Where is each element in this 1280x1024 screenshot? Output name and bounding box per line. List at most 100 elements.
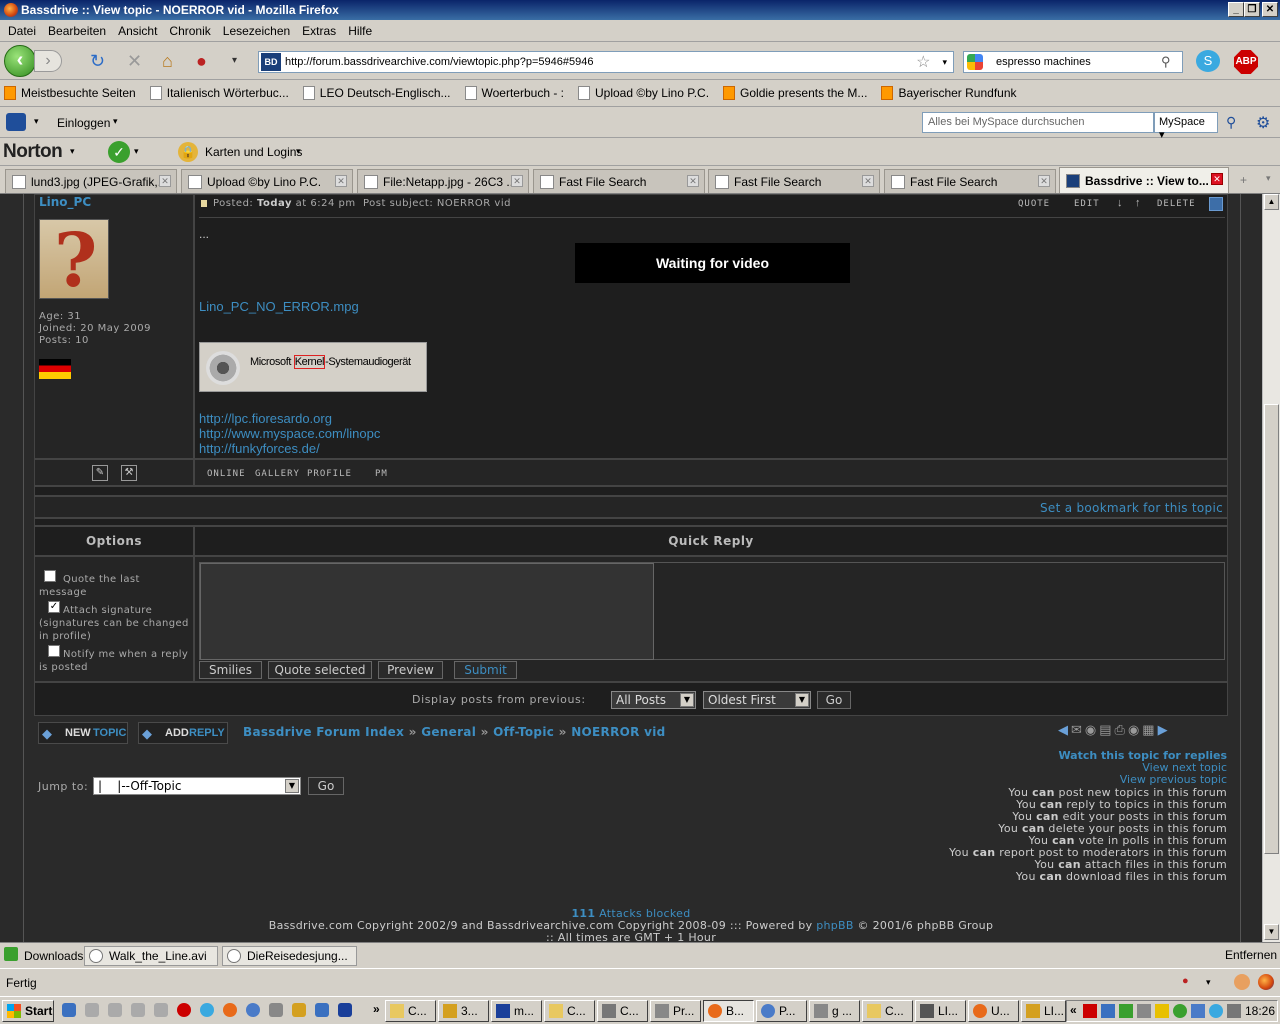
- set-bookmark-link[interactable]: Set a bookmark for this topic: [1040, 501, 1223, 515]
- tab-fast-file-search-2[interactable]: Fast File Search ✕: [708, 169, 880, 193]
- email-icon[interactable]: ✉: [1071, 722, 1085, 737]
- pm-link[interactable]: PM: [375, 469, 388, 479]
- vertical-scrollbar[interactable]: ▲ ▼: [1262, 194, 1280, 942]
- avatar[interactable]: ?: [39, 218, 109, 304]
- status-icon[interactable]: [1234, 974, 1250, 990]
- quicklaunch-app-icon[interactable]: [338, 1003, 352, 1017]
- search-input[interactable]: [996, 56, 1161, 68]
- tab-close-icon[interactable]: ✕: [1211, 173, 1223, 185]
- quicklaunch-opera-icon[interactable]: [177, 1003, 191, 1017]
- tab-close-icon[interactable]: ✕: [862, 175, 874, 187]
- minimize-button[interactable]: _: [1228, 2, 1244, 17]
- skype-icon[interactable]: S: [1196, 50, 1220, 72]
- scroll-down-arrow-icon[interactable]: ▼: [1264, 924, 1279, 940]
- settings-icon[interactable]: ⚙: [1256, 113, 1270, 133]
- tab-bassdrive[interactable]: Bassdrive :: View to... ✕: [1059, 167, 1229, 193]
- arrow-down-icon[interactable]: ↓: [1117, 197, 1123, 209]
- breadcrumb-forum-index[interactable]: Bassdrive Forum Index: [243, 725, 404, 739]
- downloads-label[interactable]: Downloads: [24, 949, 83, 963]
- bookmark-meistbesucht[interactable]: Meistbesuchte Seiten: [4, 86, 136, 100]
- tray-expand-icon[interactable]: «: [1070, 1003, 1077, 1017]
- tray-norton-icon[interactable]: [1173, 1004, 1187, 1018]
- next-arrow-icon[interactable]: ▶: [1158, 722, 1171, 737]
- display-go-button[interactable]: Go: [817, 691, 851, 709]
- tray-app-icon[interactable]: [1119, 1004, 1133, 1018]
- video-player[interactable]: Waiting for video: [575, 243, 850, 283]
- menu-bearbeiten[interactable]: Bearbeiten: [42, 24, 112, 38]
- tray-app-icon[interactable]: [1155, 1004, 1169, 1018]
- tray-volume-icon[interactable]: [1227, 1004, 1241, 1018]
- google-icon[interactable]: [967, 54, 983, 70]
- menu-extras[interactable]: Extras: [296, 24, 342, 38]
- forward-button[interactable]: ›: [34, 50, 62, 72]
- quicklaunch-drive-icon[interactable]: [108, 1003, 122, 1017]
- task-4[interactable]: C...: [544, 1000, 595, 1022]
- start-button[interactable]: Start: [2, 1000, 54, 1022]
- bookmark-italienisch[interactable]: Italienisch Wörterbuc...: [149, 86, 289, 100]
- search-icon[interactable]: ⚲: [1161, 54, 1171, 70]
- quicklaunch-drive-icon[interactable]: [85, 1003, 99, 1017]
- tab-close-icon[interactable]: ✕: [687, 175, 699, 187]
- delete-button[interactable]: DELETE: [1157, 199, 1196, 209]
- download-item-reise[interactable]: DieReisedesjung...: [222, 946, 357, 966]
- gallery-link[interactable]: GALLERY: [255, 469, 300, 479]
- myspace-logo-icon[interactable]: [6, 113, 26, 131]
- quote-button[interactable]: QUOTE: [1018, 199, 1050, 209]
- scroll-thumb[interactable]: [1264, 404, 1279, 854]
- tool-icon[interactable]: ⚒: [121, 465, 137, 481]
- task-6[interactable]: Pr...: [650, 1000, 701, 1022]
- url-input[interactable]: [285, 56, 917, 68]
- norton-dropdown[interactable]: ▾: [70, 146, 75, 157]
- safe-dropdown[interactable]: ▾: [134, 146, 139, 157]
- tab-close-icon[interactable]: ✕: [1038, 175, 1050, 187]
- addon-status-dropdown[interactable]: ▾: [1206, 977, 1211, 988]
- myspace-scope-select[interactable]: MySpace ▾: [1154, 112, 1218, 141]
- tray-app-icon[interactable]: [1137, 1004, 1151, 1018]
- signature-link-2[interactable]: http://www.myspace.com/linopc: [199, 426, 380, 441]
- dropdown-icon[interactable]: ▾: [232, 52, 237, 70]
- bookmark-upload[interactable]: Upload ©by Lino P.C.: [578, 86, 709, 100]
- search-bar[interactable]: ⚲: [963, 51, 1183, 73]
- task-3[interactable]: m...: [491, 1000, 542, 1022]
- bookmark-goldie[interactable]: Goldie presents the M...: [723, 86, 867, 100]
- breadcrumb-off-topic[interactable]: Off-Topic: [493, 725, 554, 739]
- jump-to-select[interactable]: | |--Off-Topic ▼: [93, 777, 301, 795]
- task-9[interactable]: g ...: [809, 1000, 860, 1022]
- posts-range-select[interactable]: All Posts ▼: [611, 691, 696, 709]
- scroll-up-arrow-icon[interactable]: ▲: [1264, 194, 1279, 210]
- previous-arrow-icon[interactable]: ◀: [1058, 722, 1071, 737]
- firefox-status-icon[interactable]: [1258, 974, 1274, 990]
- tab-fast-file-search-1[interactable]: Fast File Search ✕: [533, 169, 705, 193]
- reload-icon[interactable]: ↻: [90, 52, 105, 70]
- myspace-search-icon[interactable]: ⚲: [1226, 114, 1236, 131]
- bookmark-leo[interactable]: LEO Deutsch-Englisch...: [302, 86, 451, 100]
- printer-icon[interactable]: ⎙: [1115, 722, 1128, 737]
- breadcrumb-topic[interactable]: NOERROR vid: [571, 725, 665, 739]
- task-8[interactable]: P...: [756, 1000, 807, 1022]
- submit-button[interactable]: Submit: [454, 661, 517, 679]
- print-icon[interactable]: ▤: [1099, 722, 1114, 737]
- reply-textarea[interactable]: [200, 563, 654, 660]
- task-1[interactable]: C...: [385, 1000, 436, 1022]
- online-link[interactable]: ONLINE: [207, 469, 246, 479]
- quicklaunch-drive-icon[interactable]: [131, 1003, 145, 1017]
- pencil-icon[interactable]: ✎: [92, 465, 108, 481]
- menu-lesezeichen[interactable]: Lesezeichen: [217, 24, 296, 38]
- bookmark-br[interactable]: Bayerischer Rundfunk: [881, 86, 1017, 100]
- preview-button[interactable]: Preview: [378, 661, 443, 679]
- quicklaunch-tool-icon[interactable]: [269, 1003, 283, 1017]
- jump-go-button[interactable]: Go: [308, 777, 344, 795]
- post-author-name[interactable]: Lino_PC: [39, 195, 91, 209]
- task-5[interactable]: C...: [597, 1000, 648, 1022]
- quicklaunch-ie-icon[interactable]: [62, 1003, 76, 1017]
- tab-close-icon[interactable]: ✕: [335, 175, 347, 187]
- menu-hilfe[interactable]: Hilfe: [342, 24, 378, 38]
- tab-netapp[interactable]: File:Netapp.jpg - 26C3 ... ✕: [357, 169, 529, 193]
- login-button[interactable]: Einloggen: [57, 116, 110, 130]
- home-icon[interactable]: ⌂: [162, 52, 173, 70]
- posts-order-select[interactable]: Oldest First ▼: [703, 691, 811, 709]
- maximize-button[interactable]: ❐: [1244, 2, 1260, 17]
- bookmark-woerterbuch[interactable]: Woerterbuch - :: [464, 86, 564, 100]
- quicklaunch-pencil-icon[interactable]: [292, 1003, 306, 1017]
- breadcrumb-general[interactable]: General: [421, 725, 476, 739]
